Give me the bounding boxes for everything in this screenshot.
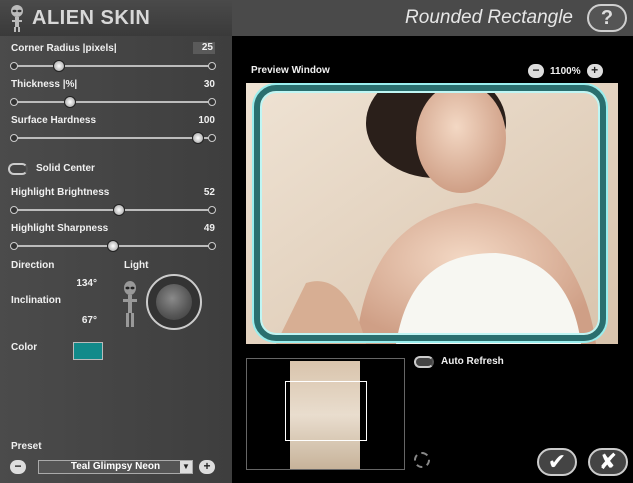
zoom-level: 1100% [550, 65, 581, 77]
rounded-rectangle-frame [254, 85, 606, 341]
thickness-slider[interactable] [10, 96, 216, 108]
auto-refresh-label: Auto Refresh [441, 356, 504, 367]
highlight-sharpness-value: 49 [203, 223, 215, 234]
direction-value: 134° [76, 278, 97, 289]
navigator-viewport[interactable] [285, 381, 367, 441]
help-button[interactable]: ? [587, 4, 627, 32]
thickness-label: Thickness |%| [11, 79, 78, 90]
zoom-control: − 1100% + [528, 64, 603, 78]
slider-thumb[interactable] [52, 60, 65, 72]
corner-radius-label: Corner Radius |pixels| [11, 43, 117, 54]
corner-radius-value[interactable]: 25 [193, 42, 215, 54]
alien-figure-icon [123, 281, 137, 327]
filter-title: Rounded Rectangle [405, 7, 573, 28]
inclination-label: Inclination [11, 295, 61, 306]
solid-center-label: Solid Center [36, 163, 95, 174]
preset-dropdown[interactable]: Teal Glimpsy Neon ▼ [38, 460, 193, 474]
preview-window-label: Preview Window [251, 65, 330, 76]
ok-button[interactable]: ✔ [537, 448, 577, 476]
solid-center-toggle[interactable] [8, 163, 28, 175]
direction-label: Direction [11, 260, 55, 271]
surface-hardness-value: 100 [198, 115, 215, 126]
slider-thumb[interactable] [192, 132, 205, 144]
refresh-icon[interactable] [414, 452, 430, 468]
highlight-brightness-slider[interactable] [10, 204, 216, 216]
color-label: Color [11, 342, 38, 353]
slider-thumb[interactable] [112, 204, 125, 216]
surface-hardness-slider[interactable] [10, 132, 216, 144]
color-swatch[interactable] [73, 342, 103, 360]
slider-thumb[interactable] [64, 96, 77, 108]
highlight-brightness-label: Highlight Brightness [11, 187, 110, 198]
title-area: Rounded Rectangle ? [232, 0, 633, 36]
brand-area: ALIEN SKIN [0, 0, 232, 36]
light-ball[interactable] [156, 284, 192, 320]
preset-selected: Teal Glimpsy Neon [70, 461, 161, 472]
preset-row: − Teal Glimpsy Neon ▼ + [10, 460, 222, 474]
surface-hardness-label: Surface Hardness [11, 115, 97, 126]
zoom-out-button[interactable]: − [528, 64, 544, 78]
preview-window[interactable] [246, 83, 618, 344]
alien-logo-icon [11, 5, 23, 32]
light-trackball[interactable] [146, 274, 202, 330]
light-label: Light [124, 260, 149, 271]
highlight-brightness-value: 52 [203, 187, 215, 198]
cancel-button[interactable]: ✘ [588, 448, 628, 476]
chevron-down-icon[interactable]: ▼ [180, 461, 192, 473]
settings-panel: Corner Radius |pixels| 25 Thickness |%| … [0, 36, 232, 483]
thickness-value: 30 [203, 79, 215, 90]
preview-area: Preview Window − 1100% + Auto Refresh ✔ … [232, 36, 633, 483]
preset-label: Preset [11, 441, 42, 452]
highlight-sharpness-label: Highlight Sharpness [11, 223, 109, 234]
header-bar: ALIEN SKIN Rounded Rectangle ? [0, 0, 633, 36]
navigator-thumbnail[interactable] [246, 358, 405, 470]
preset-add-button[interactable]: + [199, 460, 215, 474]
preset-remove-button[interactable]: − [10, 460, 26, 474]
slider-thumb[interactable] [107, 240, 119, 252]
zoom-in-button[interactable]: + [586, 64, 603, 78]
corner-radius-slider[interactable] [10, 60, 216, 72]
inclination-value: 67° [81, 315, 97, 326]
highlight-sharpness-slider[interactable] [10, 240, 216, 252]
auto-refresh-toggle[interactable] [414, 356, 434, 368]
brand-name: ALIEN SKIN [32, 6, 151, 29]
